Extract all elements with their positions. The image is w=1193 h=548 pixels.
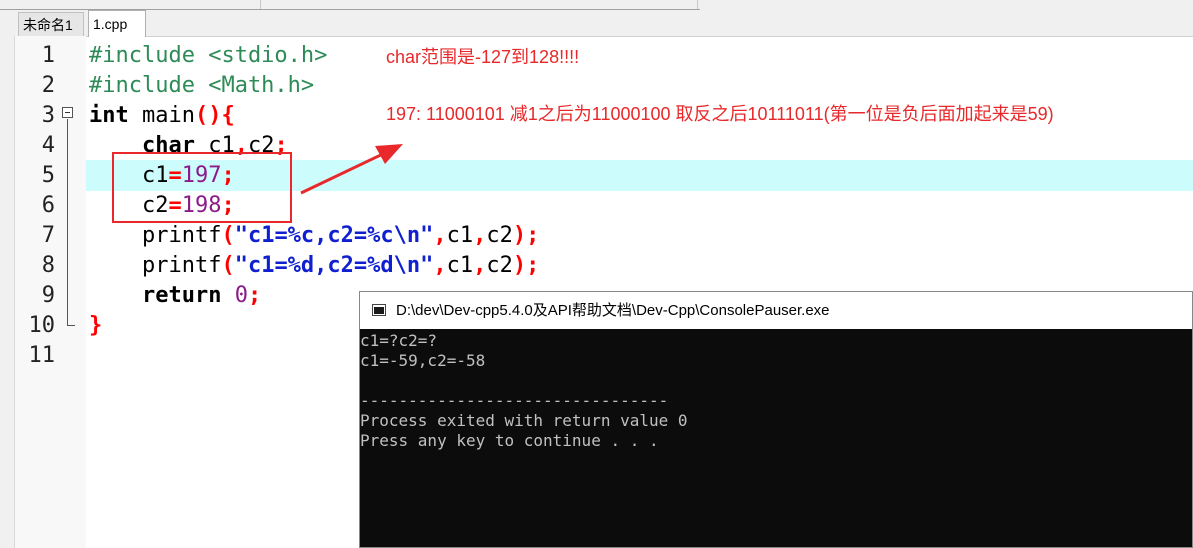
symbol: ; — [247, 283, 262, 308]
code-line[interactable]: return 0; — [89, 281, 261, 311]
code-line[interactable]: printf("c1=%d,c2=%d\n",c1,c2); — [89, 251, 539, 281]
annotation-binary-explanation: 197: 11000101 减1之后为11000100 取反之后10111011… — [386, 104, 1054, 124]
toolbar-segment — [0, 0, 261, 9]
line-number: 6 — [41, 193, 55, 218]
identifier: c2 — [486, 223, 513, 248]
annotation-char-range: char范围是-127到128!!!! — [386, 47, 580, 67]
identifier: c2 — [486, 253, 513, 278]
console-output-line: -------------------------------- — [360, 391, 669, 410]
symbol: , — [473, 253, 487, 278]
console-title-bar[interactable]: D:\dev\Dev-cpp5.4.0及API帮助文档\Dev-Cpp\Cons… — [360, 292, 1192, 329]
string-literal: "c1=%d,c2=%d\n" — [234, 253, 434, 278]
console-title: D:\dev\Dev-cpp5.4.0及API帮助文档\Dev-Cpp\Cons… — [396, 302, 830, 319]
line-number: 7 — [41, 223, 55, 248]
code-line[interactable]: #include <Math.h> — [89, 71, 314, 101]
identifier: c1 — [446, 223, 474, 248]
symbol: ; — [526, 253, 540, 278]
symbol: ( — [221, 223, 235, 248]
top-toolbar-strip — [0, 0, 1193, 10]
keyword: int — [89, 103, 129, 128]
fold-guide — [67, 119, 68, 325]
symbol: ( — [221, 253, 235, 278]
preprocessor-directive: #include <Math.h> — [89, 73, 315, 98]
line-number: 2 — [41, 73, 55, 98]
code-line[interactable]: printf("c1=%c,c2=%c\n",c1,c2); — [89, 221, 539, 251]
identifier: printf — [89, 253, 222, 278]
symbol: ) — [512, 253, 527, 278]
symbol: ) — [512, 223, 527, 248]
code-line[interactable]: int main(){ — [89, 101, 235, 131]
line-number: 1 — [41, 43, 55, 68]
code-line[interactable]: #include <stdio.h> — [89, 41, 327, 71]
symbol: ; — [526, 223, 540, 248]
console-output-line: c1=-59,c2=-58 — [360, 351, 486, 370]
line-number: 9 — [41, 283, 55, 308]
tab-1-cpp[interactable]: 1.cpp — [88, 10, 146, 37]
identifier: main — [128, 103, 195, 128]
console-output-line: Press any key to continue . . . — [360, 431, 659, 450]
symbol: , — [433, 223, 447, 248]
symbol: () — [194, 103, 222, 128]
line-number: 11 — [28, 343, 56, 368]
line-number: 4 — [41, 133, 55, 158]
editor-tab-bar: 未命名1 1.cpp — [0, 10, 1193, 37]
line-number: 5 — [41, 163, 55, 188]
number-literal: 0 — [234, 283, 248, 308]
console-output-line: Process exited with return value 0 — [360, 411, 688, 430]
highlight-box — [112, 152, 292, 223]
console-window[interactable]: D:\dev\Dev-cpp5.4.0及API帮助文档\Dev-Cpp\Cons… — [359, 291, 1193, 548]
keyword: return — [141, 283, 222, 308]
symbol: } — [89, 313, 103, 338]
line-number: 8 — [41, 253, 55, 278]
symbol: , — [433, 253, 447, 278]
identifier: printf — [89, 223, 222, 248]
symbol: { — [221, 103, 235, 128]
fold-guide-end — [67, 325, 75, 326]
string-literal: "c1=%c,c2=%c\n" — [234, 223, 434, 248]
preprocessor-directive: #include <stdio.h> — [89, 43, 328, 68]
toolbar-segment — [262, 0, 698, 9]
console-output-line: c1=?c2=? — [360, 331, 438, 350]
console-app-icon — [372, 304, 386, 316]
fold-toggle-icon[interactable] — [62, 107, 73, 118]
annotation-arrow-icon — [300, 144, 403, 195]
identifier: c1 — [446, 253, 474, 278]
line-number: 3 — [41, 103, 55, 128]
tab-untitled1[interactable]: 未命名1 — [18, 12, 84, 36]
symbol: , — [473, 223, 487, 248]
left-side-strip — [0, 36, 15, 548]
code-line[interactable]: } — [89, 311, 102, 341]
line-number: 10 — [28, 313, 56, 338]
